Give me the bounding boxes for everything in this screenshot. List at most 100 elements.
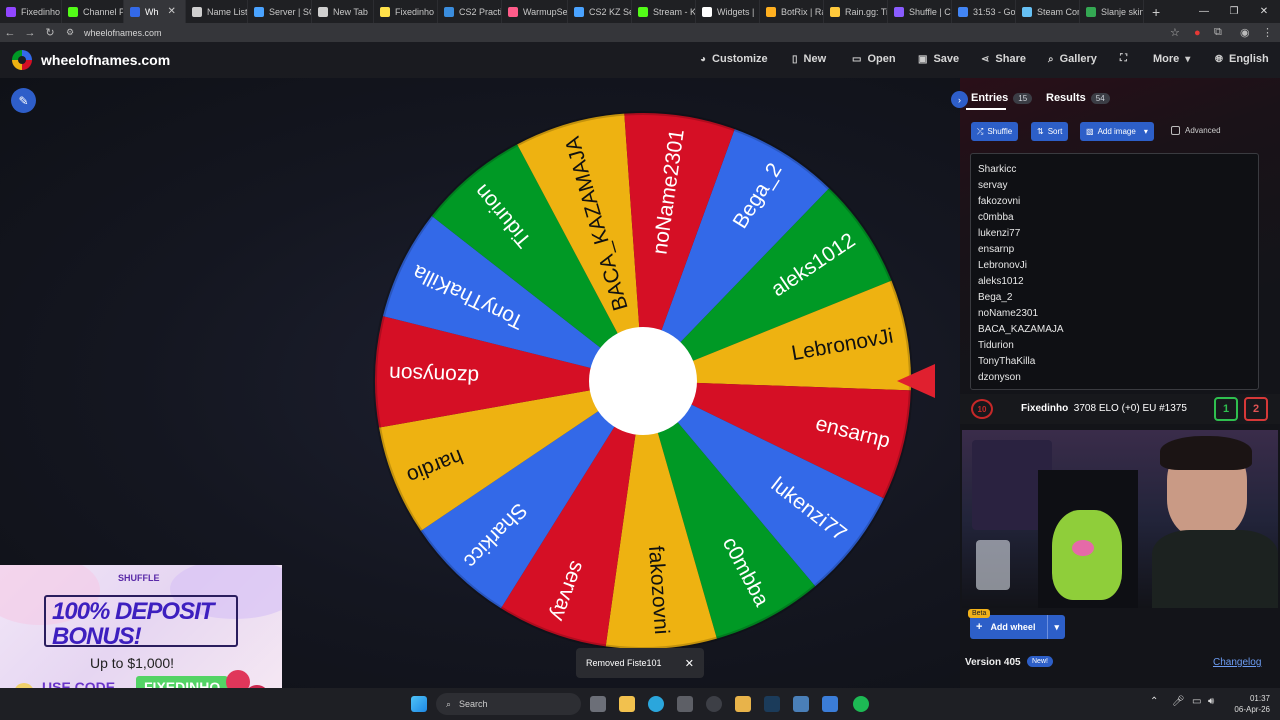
tab-label: Wh	[145, 6, 159, 17]
store-icon[interactable]	[677, 696, 693, 712]
entry-item[interactable]: lukenzi77	[978, 226, 1251, 242]
browser-tab[interactable]: CS2 Practi	[438, 0, 502, 23]
entry-item[interactable]: fakozovni	[978, 194, 1251, 210]
photos-icon[interactable]	[793, 696, 809, 712]
forward-icon[interactable]: →	[20, 27, 40, 39]
browser-tab[interactable]: Rain.gg: Ti	[824, 0, 888, 23]
windows-start-icon[interactable]	[411, 696, 427, 712]
entry-item[interactable]: TonyThaKilla	[978, 354, 1251, 370]
tab-entries[interactable]: Entries 15	[971, 92, 1033, 104]
entries-textarea[interactable]: Sharkicc servay fakozovni c0mbba lukenzi77 en…	[970, 153, 1259, 390]
browser-tab[interactable]: CS2 KZ Se	[568, 0, 632, 23]
tab-label: Rain.gg: Ti	[845, 6, 888, 17]
checkbox-box[interactable]	[1171, 126, 1180, 135]
entry-item[interactable]: Tidurion	[978, 338, 1251, 354]
browser-tab[interactable]: WarmupSe	[502, 0, 568, 23]
edge-icon[interactable]	[648, 696, 664, 712]
site-brand[interactable]: wheelofnames.com	[41, 52, 170, 68]
entry-item[interactable]: servay	[978, 178, 1251, 194]
more-button[interactable]: More ▾	[1153, 53, 1190, 65]
file-explorer-icon[interactable]	[619, 696, 635, 712]
toast-close-icon[interactable]: ✕	[685, 657, 694, 670]
bookmark-star-icon[interactable]: ☆	[1170, 23, 1180, 42]
entry-item[interactable]: dzonyson	[978, 370, 1251, 386]
browser-tab[interactable]: Channel P	[62, 0, 124, 23]
volume-icon[interactable]: 🔊︎	[1208, 696, 1214, 707]
entry-item[interactable]: Sharkicc	[978, 162, 1251, 178]
save-button[interactable]: ▣ Save	[918, 53, 959, 65]
profile-icon[interactable]: ◉	[1240, 23, 1250, 42]
tab-favicon-icon	[508, 6, 518, 17]
open-button[interactable]: ▭ Open	[852, 53, 896, 65]
entry-item[interactable]: LebronovJi	[978, 258, 1251, 274]
entry-item[interactable]: noName2301	[978, 306, 1251, 322]
new-tab-icon[interactable]: +	[1144, 4, 1168, 20]
app-icon[interactable]	[735, 696, 751, 712]
shuffle-button[interactable]: ⤮ Shuffle	[971, 122, 1019, 141]
browser-tab[interactable]: Steam Com	[1016, 0, 1080, 23]
minimize-icon[interactable]: —	[1188, 0, 1220, 23]
browser-tab[interactable]: Wh ✕	[124, 0, 186, 23]
browser-tab[interactable]: New Tab	[312, 0, 374, 23]
back-icon[interactable]: ←	[0, 27, 20, 39]
browser-tab[interactable]: 31:53 - Go	[952, 0, 1016, 23]
maximize-icon[interactable]: ❐	[1218, 0, 1250, 23]
customize-button[interactable]: ◕ Customize	[700, 53, 768, 65]
edit-pencil-icon[interactable]: ✎	[11, 88, 36, 113]
sort-button[interactable]: ⇅ Sort	[1031, 122, 1069, 141]
taskbar-clock[interactable]: 01:37 06-Apr-26	[1226, 693, 1270, 715]
network-icon[interactable]: ▭	[1192, 696, 1201, 707]
browser-tab[interactable]: Stream - K	[632, 0, 696, 23]
browser-tab[interactable]: Widgets |	[696, 0, 760, 23]
taskbar-search-label: Search	[459, 699, 488, 709]
tab-favicon-icon	[574, 6, 584, 17]
browser-menu-icon[interactable]: ⋮	[1262, 23, 1273, 42]
extension-icon[interactable]: ●	[1194, 23, 1201, 42]
close-window-icon[interactable]: ✕	[1248, 0, 1280, 23]
browser-tab[interactable]: Fixedinho	[374, 0, 438, 23]
tab-close-icon[interactable]: ✕	[168, 6, 176, 17]
entry-item[interactable]: BACA_KAZAMAJA	[978, 322, 1251, 338]
gallery-button[interactable]: ⌕ Gallery	[1048, 53, 1097, 65]
browser-tab[interactable]: Name List	[186, 0, 248, 23]
wheel-center[interactable]	[589, 327, 697, 435]
chevron-down-icon[interactable]: ▾	[1047, 615, 1065, 639]
browser-tab[interactable]: BotRix | Ra	[760, 0, 824, 23]
add-wheel-button[interactable]: + Add wheel ▾	[970, 615, 1065, 639]
entry-item[interactable]: ensarnp	[978, 242, 1251, 258]
shuffle-icon: ⤮	[977, 126, 984, 136]
entry-item[interactable]: aleks1012	[978, 274, 1251, 290]
advanced-checkbox[interactable]: Advanced	[1171, 126, 1221, 135]
browser-tab[interactable]: Server | SC	[248, 0, 312, 23]
reload-icon[interactable]: ↻	[40, 26, 60, 39]
tab-results[interactable]: Results 54	[1046, 92, 1110, 104]
task-view-icon[interactable]	[590, 696, 606, 712]
new-label: New	[803, 53, 827, 65]
tray-chevron-icon[interactable]: ⌃	[1150, 696, 1158, 707]
browser-tab[interactable]: Slanje skin	[1080, 0, 1144, 23]
obs-icon[interactable]	[706, 696, 722, 712]
site-info-icon[interactable]: ⚙	[60, 27, 80, 38]
share-button[interactable]: ⋖ Share	[981, 53, 1026, 65]
collapse-panel-icon[interactable]: ›	[951, 91, 968, 108]
entry-item[interactable]: Bega_2	[978, 290, 1251, 306]
wheel[interactable]: Bega_2aleks1012LebronovJiensarnplukenzi7…	[370, 108, 916, 654]
entry-item[interactable]: c0mbba	[978, 210, 1251, 226]
fullscreen-button[interactable]: ⛶	[1120, 53, 1127, 64]
browser-tab[interactable]: Shuffle | C	[888, 0, 952, 23]
extensions-puzzle-icon[interactable]: ⧉	[1214, 23, 1222, 42]
spotify-icon[interactable]	[853, 696, 869, 712]
streamer-app-icon[interactable]	[822, 696, 838, 712]
taskbar-search[interactable]: ⌕ Search	[436, 693, 581, 715]
browser-tab[interactable]: Fixedinho	[0, 0, 62, 23]
language-button[interactable]: 🌐︎ English	[1215, 53, 1269, 65]
wheel-logo-icon[interactable]	[12, 50, 32, 70]
save-label: Save	[933, 53, 960, 65]
microphone-icon[interactable]: 🎤︎	[1172, 696, 1185, 707]
url-field[interactable]: wheelofnames.com	[84, 28, 162, 38]
new-button[interactable]: ▯ New	[792, 53, 826, 65]
add-image-button[interactable]: ▧ Add image ▾	[1080, 122, 1154, 141]
changelog-link[interactable]: Changelog	[1213, 657, 1261, 668]
steam-icon[interactable]	[764, 696, 780, 712]
tab-favicon-icon	[130, 6, 140, 17]
